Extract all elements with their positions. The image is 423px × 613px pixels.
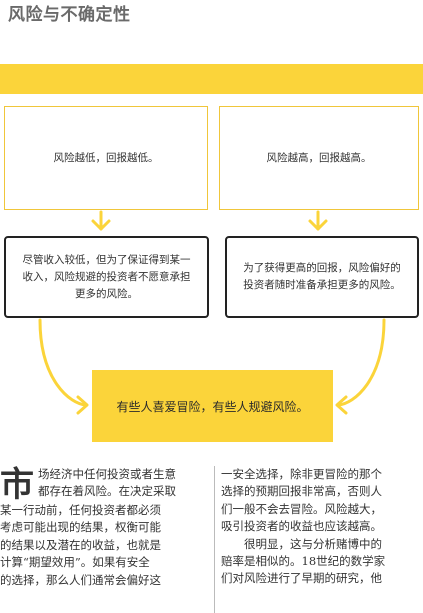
right-column: 一安全选择，除非更冒险的那个 选择的预期回报非常高，否则人 们一般不会去冒险。风… bbox=[221, 466, 423, 588]
body-line: 很明显，这与分析赌博中的 bbox=[244, 536, 382, 551]
body-line: 场经济中任何投资或者生意 bbox=[38, 467, 176, 481]
body-line: 都存在着风险。在决定采取 bbox=[38, 484, 176, 499]
body-line: 们对风险进行了早期的研究，他 bbox=[221, 571, 382, 586]
drop-cap: 市 bbox=[0, 465, 34, 505]
body-line: 考虑可能出现的结果，权衡可能 bbox=[0, 520, 161, 535]
conclusion-box: 有些人喜爱冒险，有些人规避风险。 bbox=[92, 370, 333, 442]
down-arrow-right bbox=[308, 210, 328, 231]
conclusion-text: 有些人喜爱冒险，有些人规避风险。 bbox=[116, 399, 309, 414]
down-arrow-left bbox=[91, 210, 111, 231]
column-divider bbox=[214, 466, 215, 613]
curve-arrow-right bbox=[335, 318, 386, 415]
left-column: 市 场经济中任何投资或者生意 都存在着风险。在决定采取 某一行动前，任何投资者都… bbox=[0, 466, 209, 589]
body-line: 选择的预期回报非常高，否则人 bbox=[221, 484, 382, 499]
body-line: 的选择，那么人们通常会偏好这 bbox=[0, 572, 161, 587]
body-line: 吸引投资者的收益也应该越高。 bbox=[221, 519, 382, 534]
body-line: 赔率是相似的。18世纪的数学家 bbox=[221, 554, 386, 569]
body-line: 的结果以及潜在的收益，也就是 bbox=[0, 537, 161, 552]
body-line: 某一行动前，任何投资者都必须 bbox=[0, 503, 161, 517]
body-line: 们一般不会去冒险。风险越大， bbox=[221, 501, 382, 516]
body-line: 一安全选择，除非更冒险的那个 bbox=[221, 467, 382, 481]
body-line: 计算“期望效用”。如果有安全 bbox=[0, 555, 150, 570]
curve-arrow-left bbox=[38, 318, 89, 415]
